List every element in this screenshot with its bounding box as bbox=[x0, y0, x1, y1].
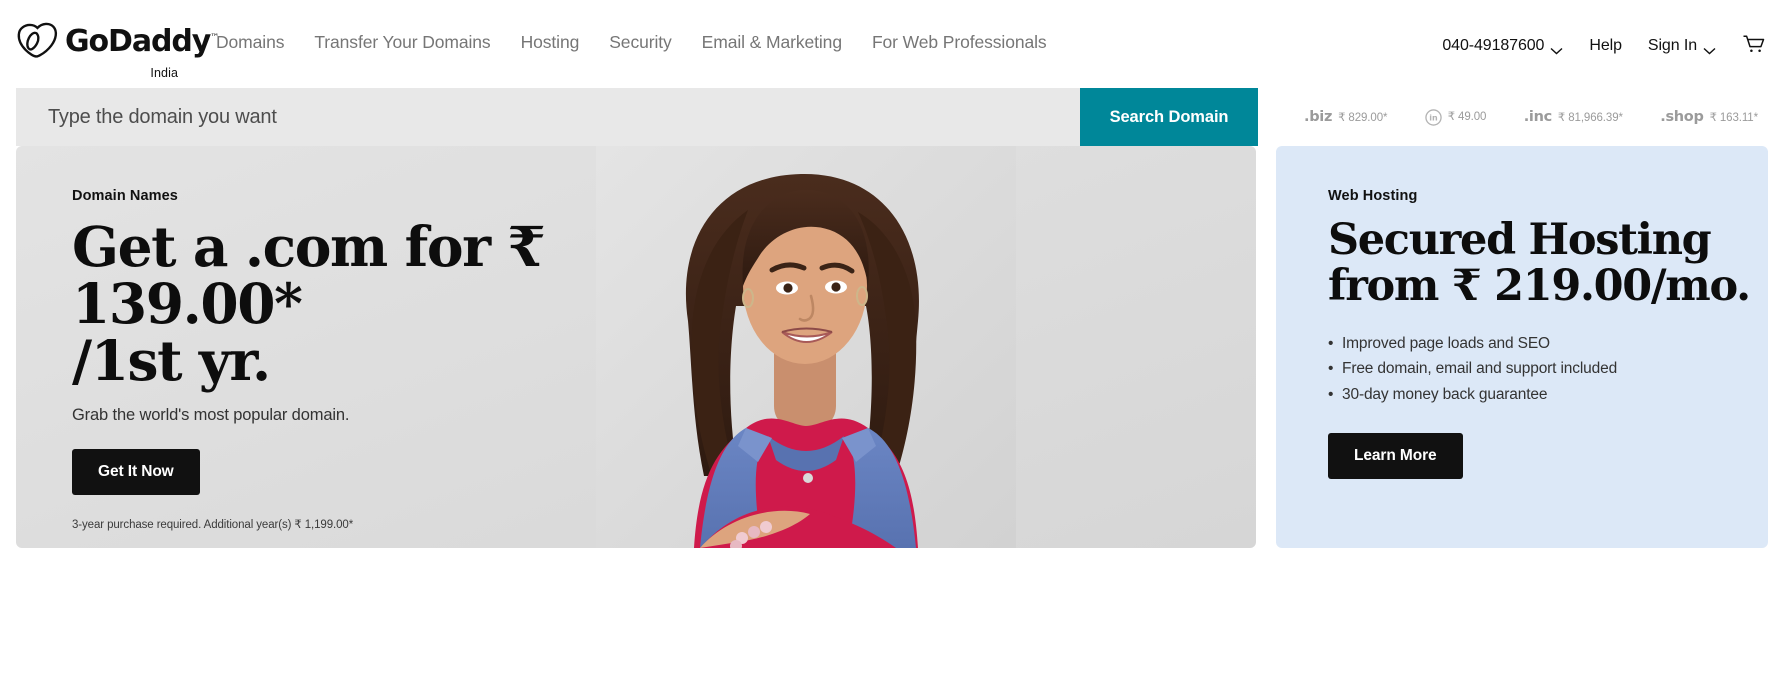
nav-item-for-web-professionals[interactable]: For Web Professionals bbox=[872, 32, 1047, 53]
tld-item-shop[interactable]: .shop ₹ 163.11* bbox=[1660, 109, 1758, 125]
smiling-woman-photo bbox=[596, 146, 1016, 548]
brand-logo[interactable]: GoDaddy™ India bbox=[16, 22, 219, 80]
chevron-down-icon bbox=[1703, 42, 1716, 55]
domain-promo-headline: Get a .com for ₹ 139.00* /1st yr. bbox=[72, 218, 636, 390]
list-item: Free domain, email and support included bbox=[1328, 356, 1768, 382]
headline-line-1: Get a .com for ₹ 139.00* bbox=[72, 214, 546, 337]
nav-item-domains[interactable]: Domains bbox=[216, 32, 284, 53]
tld-name: .biz bbox=[1304, 109, 1333, 125]
domain-promo-fineprint: 3-year purchase required. Additional yea… bbox=[72, 518, 354, 531]
in-circle-icon: in bbox=[1425, 108, 1442, 126]
domain-promo-card: Domain Names Get a .com for ₹ 139.00* /1… bbox=[16, 146, 1256, 548]
sign-in-dropdown[interactable]: Sign In bbox=[1648, 37, 1716, 55]
learn-more-button[interactable]: Learn More bbox=[1328, 432, 1463, 479]
hosting-feature-list: Improved page loads and SEO Free domain,… bbox=[1328, 331, 1768, 407]
primary-navigation: Domains Transfer Your Domains Hosting Se… bbox=[216, 22, 1047, 53]
search-input[interactable] bbox=[16, 88, 1080, 146]
brand-locale: India bbox=[150, 66, 178, 80]
brand-wordmark-text: GoDaddy bbox=[65, 24, 211, 59]
tld-price: ₹ 163.11* bbox=[1709, 112, 1759, 124]
tld-price: ₹ 49.00 bbox=[1447, 110, 1487, 123]
hosting-promo-card: Web Hosting Secured Hosting from ₹ 219.0… bbox=[1276, 146, 1768, 548]
header-utility-bar: 040-49187600 Help Sign In bbox=[1442, 22, 1784, 58]
nav-item-hosting[interactable]: Hosting bbox=[521, 32, 580, 53]
phone-number-dropdown[interactable]: 040-49187600 bbox=[1442, 37, 1563, 55]
tld-price: ₹ 81,966.39* bbox=[1557, 112, 1623, 124]
list-item: 30-day money back guarantee bbox=[1328, 382, 1768, 408]
tld-item-in[interactable]: in ₹ 49.00 bbox=[1425, 108, 1487, 126]
tld-price: ₹ 829.00* bbox=[1338, 112, 1388, 124]
list-item: Improved page loads and SEO bbox=[1328, 331, 1768, 357]
chevron-down-icon bbox=[1550, 42, 1563, 55]
tld-name: .shop bbox=[1660, 109, 1704, 125]
shopping-cart-icon[interactable] bbox=[1742, 34, 1766, 58]
tld-name: .inc bbox=[1523, 109, 1553, 125]
headline-line-2: from ₹ 219.00/mo. bbox=[1328, 260, 1751, 311]
brand-wordmark: GoDaddy™ bbox=[65, 27, 219, 57]
godaddy-heart-logo-icon bbox=[16, 22, 58, 62]
tld-item-biz[interactable]: .biz ₹ 829.00* bbox=[1304, 109, 1387, 125]
help-link[interactable]: Help bbox=[1589, 37, 1622, 55]
hero-section: Domain Names Get a .com for ₹ 139.00* /1… bbox=[0, 146, 1784, 548]
nav-item-email-and-marketing[interactable]: Email & Marketing bbox=[702, 32, 842, 53]
tld-item-inc[interactable]: .inc ₹ 81,966.39* bbox=[1524, 109, 1623, 125]
domain-promo-subcopy: Grab the world's most popular domain. bbox=[72, 405, 350, 424]
domain-search-field[interactable] bbox=[16, 88, 1080, 146]
hosting-promo-headline: Secured Hosting from ₹ 219.00/mo. bbox=[1328, 215, 1768, 311]
search-domain-button[interactable]: Search Domain bbox=[1080, 88, 1258, 146]
tld-price-list: .biz ₹ 829.00* in ₹ 49.00 .inc ₹ 81,966.… bbox=[1258, 88, 1768, 146]
headline-line-1: Secured Hosting bbox=[1328, 215, 1712, 265]
phone-number-label: 040-49187600 bbox=[1442, 37, 1545, 54]
headline-line-2: /1st yr. bbox=[72, 328, 271, 394]
hosting-promo-eyebrow: Web Hosting bbox=[1328, 188, 1418, 204]
site-header: GoDaddy™ India Domains Transfer Your Dom… bbox=[0, 0, 1784, 88]
nav-item-security[interactable]: Security bbox=[609, 32, 672, 53]
sign-in-label: Sign In bbox=[1647, 37, 1697, 54]
domain-search-bar: Search Domain .biz ₹ 829.00* in ₹ 49.00 … bbox=[0, 88, 1784, 146]
get-it-now-button[interactable]: Get It Now bbox=[72, 448, 200, 495]
domain-promo-eyebrow: Domain Names bbox=[72, 188, 178, 204]
svg-text:in: in bbox=[1429, 113, 1438, 122]
nav-item-transfer-your-domains[interactable]: Transfer Your Domains bbox=[314, 32, 490, 53]
trademark-symbol: ™ bbox=[210, 33, 220, 43]
